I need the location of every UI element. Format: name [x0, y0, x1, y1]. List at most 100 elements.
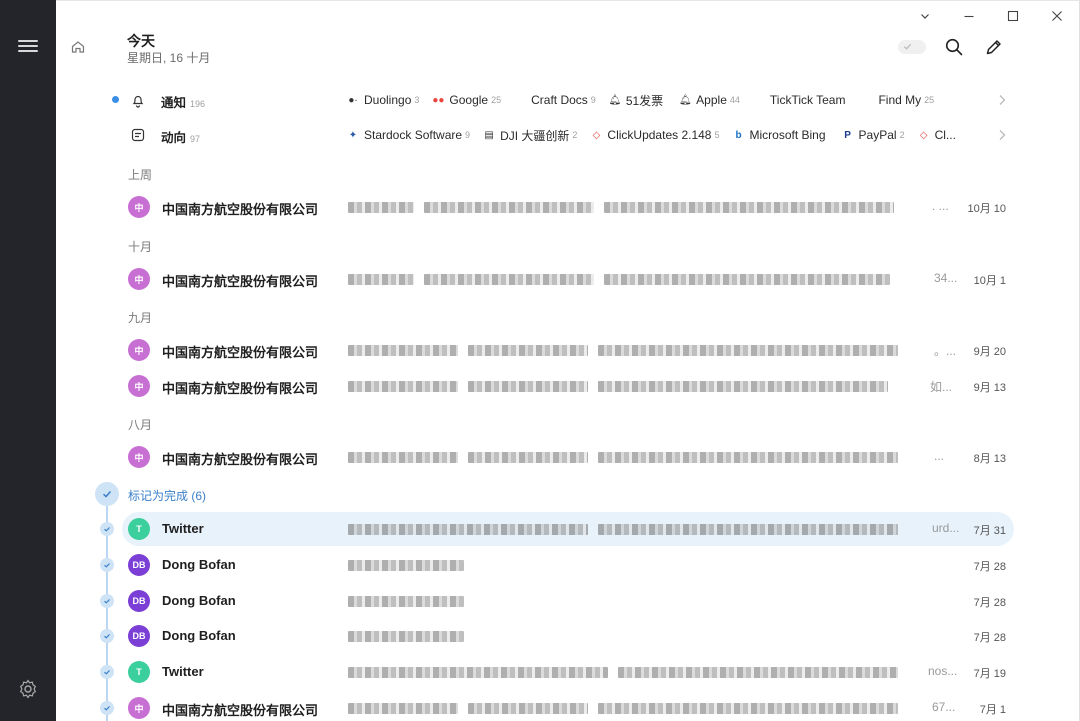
category-row-updates[interactable]: 动向 97 ✦ Stardock Software 9 ▤ DJI 大疆创新 2 ◇ Cli… [104, 122, 1014, 148]
email-snippet-redacted [348, 452, 928, 464]
email-snippet-tail: . ... [932, 199, 949, 213]
duolingo-icon: ●· [348, 94, 358, 106]
avatar: 中 [128, 697, 150, 719]
sender-chip-stardock[interactable]: ✦ Stardock Software 9 [346, 126, 470, 144]
email-sender: 中国南方航空股份有限公司 [162, 703, 319, 718]
email-sender: Dong Bofan [162, 593, 236, 608]
email-row[interactable]: DB Dong Bofan 7月 28 [122, 619, 1014, 653]
sender-chip-dji[interactable]: ▤ DJI 大疆创新 2 [482, 126, 577, 144]
email-snippet-redacted [348, 524, 928, 536]
email-date: 7月 28 [973, 632, 1006, 644]
email-snippet-tail: nos... [928, 664, 958, 678]
email-row[interactable]: T Twitter urd... 7月 31 [122, 512, 1014, 546]
sender-chip-ticktick[interactable]: TickTick Team [752, 91, 849, 109]
section-header-last-week: 上周 [128, 168, 153, 182]
search-icon[interactable] [944, 37, 964, 57]
done-check-icon [100, 558, 114, 572]
sender-chip-clickupdates[interactable]: ◇ ClickUpdates 2.148 5 [589, 126, 720, 144]
done-check-icon[interactable] [95, 482, 119, 506]
avatar: 中 [128, 375, 150, 397]
chevron-right-icon[interactable] [994, 127, 1010, 143]
sender-chip-list: ✦ Stardock Software 9 ▤ DJI 大疆创新 2 ◇ ClickUpd… [346, 126, 992, 144]
main-panel: 今天 星期日, 16 十月 通知 196 ●· Duolingo 3 ●● Googl [56, 0, 1080, 721]
done-check-icon [100, 629, 114, 643]
email-row[interactable]: 中 中国南方航空股份有限公司 如... 9月 13 [122, 369, 1014, 403]
email-row[interactable]: 中 中国南方航空股份有限公司 ... 8月 13 [122, 440, 1014, 474]
settings-gear-icon[interactable] [16, 677, 40, 701]
email-row[interactable]: T Twitter nos... 7月 19 [122, 655, 1014, 689]
email-sender: 中国南方航空股份有限公司 [162, 345, 319, 360]
bing-icon: b [735, 129, 742, 141]
avatar: 中 [128, 196, 150, 218]
clickup-icon: ◇ [592, 129, 601, 141]
email-date: 7月 28 [973, 597, 1006, 609]
sender-chip-list: ●· Duolingo 3 ●● Google 25 Craft Docs 9 🔔︎ 51发… [346, 91, 992, 109]
email-sender: 中国南方航空股份有限公司 [162, 274, 319, 289]
email-snippet-redacted [348, 345, 928, 357]
section-header-september: 九月 [128, 311, 153, 325]
clickup-icon: ◇ [919, 129, 928, 141]
hamburger-menu-icon[interactable] [18, 38, 38, 54]
sender-chip-craft-docs[interactable]: Craft Docs 9 [513, 91, 596, 109]
sender-chip-google[interactable]: ●● Google 25 [431, 91, 501, 109]
email-date: 8月 13 [973, 453, 1006, 465]
bell-icon: 🔔︎ [608, 94, 622, 106]
email-date: 7月 19 [973, 668, 1006, 680]
email-sender: Dong Bofan [162, 557, 236, 572]
email-sender: 中国南方航空股份有限公司 [162, 202, 319, 217]
sender-chip-apple[interactable]: 🔔︎ Apple 44 [678, 91, 740, 109]
email-snippet-tail: 67... [932, 700, 956, 714]
chevron-right-icon[interactable] [994, 92, 1010, 108]
email-date: 10月 10 [967, 203, 1006, 215]
sender-chip-duolingo[interactable]: ●· Duolingo 3 [346, 91, 419, 109]
email-snippet-redacted [348, 560, 928, 572]
done-toggle-switch[interactable] [898, 40, 926, 54]
email-sender: Dong Bofan [162, 628, 236, 643]
email-row[interactable]: 中 中国南方航空股份有限公司 。... 9月 20 [122, 333, 1014, 367]
email-row[interactable]: DB Dong Bofan 7月 28 [122, 584, 1014, 618]
home-icon[interactable] [70, 39, 86, 55]
email-row[interactable]: 中 中国南方航空股份有限公司 . ... 10月 10 [122, 190, 1014, 224]
bell-icon: 🔔︎ [678, 94, 692, 106]
avatar: 中 [128, 446, 150, 468]
email-date: 9月 20 [973, 346, 1006, 358]
done-section-label[interactable]: 标记为完成 (6) [128, 487, 206, 504]
category-row-notifications[interactable]: 通知 196 ●· Duolingo 3 ●● Google 25 Craft Docs 9… [104, 87, 1014, 113]
sender-chip-find-my[interactable]: Find My 25 [860, 91, 934, 109]
sender-chip-microsoft-bing[interactable]: b Microsoft Bing [732, 126, 829, 144]
google-icon: ●● [432, 94, 445, 106]
compose-pencil-icon[interactable] [984, 37, 1004, 57]
dropdown-chevron-icon[interactable] [903, 1, 947, 31]
section-header-august: 八月 [128, 418, 153, 432]
email-row[interactable]: DB Dong Bofan 7月 28 [122, 548, 1014, 582]
avatar: DB [128, 625, 150, 647]
sender-chip-51fapiao[interactable]: 🔔︎ 51发票 [608, 91, 666, 109]
close-icon[interactable] [1035, 1, 1079, 31]
done-check-icon [100, 701, 114, 715]
sender-chip-paypal[interactable]: P PayPal 2 [841, 126, 904, 144]
done-check-icon [100, 594, 114, 608]
done-check-icon [100, 665, 114, 679]
sender-chip-clickup[interactable]: ◇ Cl... [917, 126, 959, 144]
avatar: 中 [128, 268, 150, 290]
category-label: 通知 196 [161, 96, 206, 110]
email-date: 10月 1 [973, 275, 1006, 287]
email-date: 7月 1 [979, 704, 1006, 716]
page-date: 星期日, 16 十月 [127, 51, 211, 65]
email-snippet-redacted [348, 274, 928, 286]
category-label: 动向 97 [161, 131, 201, 145]
unread-dot [112, 96, 119, 103]
avatar: 中 [128, 339, 150, 361]
maximize-icon[interactable] [991, 1, 1035, 31]
email-row[interactable]: 中 中国南方航空股份有限公司 34... 10月 1 [122, 262, 1014, 296]
email-snippet-tail: 34... [934, 271, 958, 285]
email-snippet-tail: ... [934, 449, 945, 463]
email-snippet-redacted [348, 596, 928, 608]
email-date: 7月 28 [973, 561, 1006, 573]
email-sender: 中国南方航空股份有限公司 [162, 452, 319, 467]
check-icon [903, 43, 912, 50]
section-header-october: 十月 [128, 240, 153, 254]
email-row[interactable]: 中 中国南方航空股份有限公司 67... 7月 1 [122, 691, 1014, 721]
email-snippet-redacted [348, 667, 928, 679]
minimize-icon[interactable] [947, 1, 991, 31]
